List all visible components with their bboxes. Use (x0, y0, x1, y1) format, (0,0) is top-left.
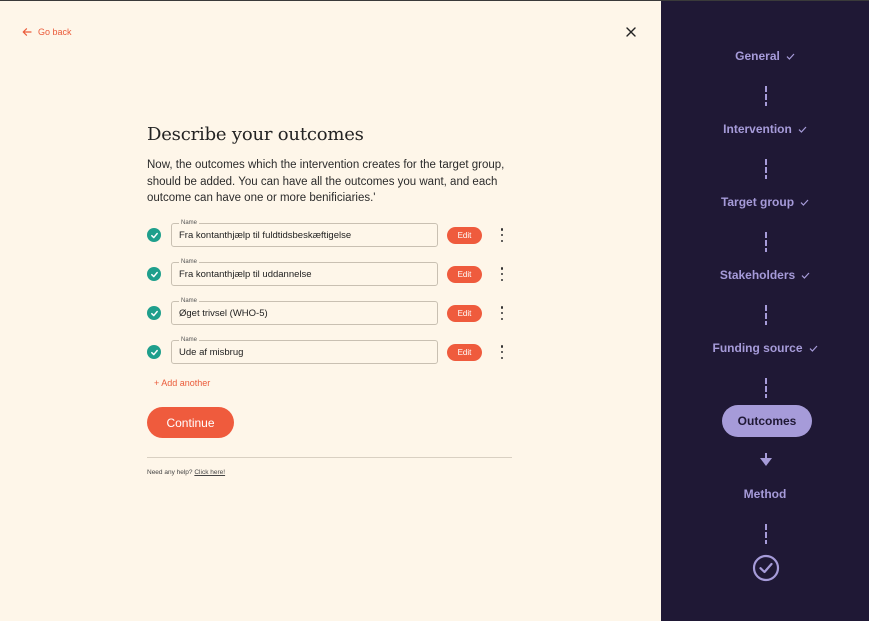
progress-sidebar: General Intervention Target group Stakeh… (661, 1, 869, 621)
divider (147, 457, 512, 458)
checkmark-icon (801, 272, 810, 280)
field-label: Name (179, 297, 200, 305)
field-label: Name (179, 258, 200, 266)
step-connector (765, 378, 767, 398)
check-circle-icon (147, 345, 161, 359)
outcome-name-field[interactable]: Name Fra kontanthjælp til fuldtidsbeskæf… (171, 219, 438, 247)
checkmark-icon (798, 126, 807, 134)
step-method[interactable]: Method (661, 487, 869, 501)
step-funding-source[interactable]: Funding source (661, 341, 869, 355)
help-prompt: Need any help? (147, 469, 193, 476)
go-back-link[interactable]: Go back (22, 27, 72, 37)
outcome-name-field[interactable]: Name Fra kontanthjælp til uddannelse (171, 258, 438, 286)
step-label: Target group (720, 195, 795, 209)
continue-button[interactable]: Continue (147, 407, 234, 438)
step-connector (765, 232, 767, 252)
field-label: Name (179, 336, 200, 344)
step-label: Funding source (712, 341, 803, 355)
outcome-name-value: Fra kontanthjælp til uddannelse (179, 269, 312, 280)
step-intervention[interactable]: Intervention (661, 122, 869, 136)
more-options-icon[interactable] (498, 228, 506, 242)
outcome-row: Name Fra kontanthjælp til uddannelse Edi… (147, 258, 517, 286)
step-stakeholders[interactable]: Stakeholders (661, 268, 869, 282)
edit-button[interactable]: Edit (447, 305, 482, 322)
edit-button[interactable]: Edit (447, 344, 482, 361)
step-outcomes-active[interactable]: Outcomes (722, 405, 812, 437)
check-circle-icon (147, 306, 161, 320)
more-options-icon[interactable] (498, 306, 506, 320)
step-connector (765, 86, 767, 106)
help-link[interactable]: Click here! (194, 469, 225, 476)
page-description: Now, the outcomes which the intervention… (147, 159, 505, 204)
step-target-group[interactable]: Target group (661, 195, 869, 209)
step-general[interactable]: General (661, 49, 869, 63)
checkmark-icon (800, 199, 809, 207)
edit-button[interactable]: Edit (447, 266, 482, 283)
checkmark-icon (809, 345, 817, 353)
step-label: Intervention (723, 122, 792, 136)
outcome-name-value: Fra kontanthjælp til fuldtidsbeskæftigel… (179, 230, 352, 241)
edit-button[interactable]: Edit (447, 227, 482, 244)
step-label: General (735, 49, 780, 63)
checkmark-icon (786, 53, 795, 61)
outcome-name-value: Ude af misbrug (179, 347, 244, 358)
outcomes-intro: Describe your outcomes Now, the outcomes… (147, 124, 513, 207)
outcome-name-value: Øget trivsel (WHO-5) (179, 308, 268, 319)
outcome-row: Name Fra kontanthjælp til fuldtidsbeskæf… (147, 219, 517, 247)
outcome-name-field[interactable]: Name Ude af misbrug (171, 336, 438, 364)
outcome-row: Name Øget trivsel (WHO-5) Edit (147, 297, 517, 325)
check-circle-icon (147, 267, 161, 281)
more-options-icon[interactable] (498, 267, 506, 281)
add-another-link[interactable]: + Add another (154, 378, 210, 388)
close-icon[interactable] (625, 26, 637, 38)
arrow-down-icon (760, 453, 772, 466)
outcome-row: Name Ude af misbrug Edit (147, 336, 517, 364)
check-circle-icon (147, 228, 161, 242)
step-connector (765, 305, 767, 325)
step-label: Stakeholders (719, 268, 796, 282)
page-title: Describe your outcomes (147, 124, 364, 145)
outcome-name-field[interactable]: Name Øget trivsel (WHO-5) (171, 297, 438, 325)
arrow-left-icon (22, 28, 32, 36)
go-back-label: Go back (38, 27, 72, 37)
check-circle-outline-icon (752, 554, 780, 582)
more-options-icon[interactable] (498, 345, 506, 359)
help-text: Need any help? Click here! (147, 469, 225, 476)
step-connector (765, 524, 767, 544)
step-label: Method (743, 487, 787, 501)
step-connector (765, 159, 767, 179)
field-label: Name (179, 219, 200, 227)
